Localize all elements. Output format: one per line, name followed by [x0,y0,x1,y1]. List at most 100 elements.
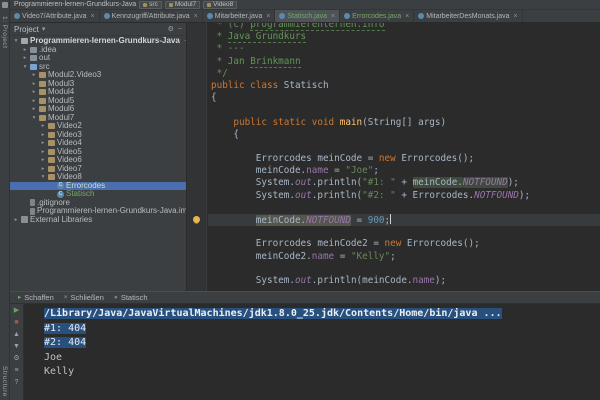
run-header-item[interactable]: × Schließen [64,293,104,302]
tree-item[interactable]: ▸ Video4 [10,139,186,148]
stop-icon[interactable]: ■ [14,319,18,327]
intention-bulb-icon[interactable] [193,216,200,224]
run-header-label: Statisch [120,293,148,302]
class-icon [57,182,64,190]
tree-item[interactable]: ▸ Video6 [10,156,186,165]
tree-label: Video2 [57,122,82,131]
tool-button-structure[interactable]: Structure [1,366,8,397]
project-panel-title[interactable]: Project [14,25,39,34]
console-line: #2: 404 [44,337,87,349]
text-caret [390,214,392,224]
tree-label: Errorcodes [66,181,106,190]
chevron-right-icon[interactable]: ▸ [40,132,46,138]
chevron-right-icon[interactable]: ▸ [31,106,37,112]
tree-item[interactable]: Programmieren-lernen-Grundkurs-Java.iml [10,207,186,216]
close-icon[interactable]: × [266,13,270,20]
chevron-right-icon[interactable]: ▸ [22,55,28,61]
folder-icon [30,46,37,53]
collapse-all-icon[interactable]: − [178,26,182,33]
pin-icon[interactable]: ≡ [14,367,18,375]
tree-label: Modul5 [48,96,75,105]
breadcrumb-item[interactable]: Modul7 [164,0,201,9]
chevron-right-icon[interactable]: ▸ [40,157,46,163]
run-header-item[interactable]: ● Statisch [114,293,148,302]
tree-label: Modul4 [48,88,75,97]
chevron-right-icon[interactable]: ▸ [40,149,46,155]
tree-item[interactable]: ▾ Programmieren-lernen-Grundkurs-Java ~/Id… [10,37,186,46]
tree-item[interactable]: Statisch [10,190,186,199]
project-panel: Project ▾ ⚙ − ▾ Programmieren-lernen-Grund… [10,23,187,291]
console-output[interactable]: /Library/Java/JavaVirtualMachines/jdk1.8… [24,304,600,400]
tree-item[interactable]: ▸ Modul6 [10,105,186,114]
tab-label: Kennzugriff/Attribute.java [111,12,190,20]
editor-tab[interactable]: MitarbeiterDesMonats.java × [414,10,523,22]
tree-item[interactable]: ▾ src [10,63,186,72]
tree-item[interactable]: ▸ .idea [10,46,186,55]
breadcrumb-item[interactable]: src [139,0,162,9]
chevron-right-icon[interactable]: ▸ [40,123,46,129]
chevron-right-icon[interactable]: ▸ [31,98,37,104]
class-icon [418,13,425,19]
tree-item[interactable]: ▸ Modul4 [10,88,186,97]
editor-tab[interactable]: Video7/Attribute.java × [10,10,100,22]
tree-item[interactable]: .gitignore [10,199,186,208]
close-icon[interactable]: × [90,13,94,20]
tree-item[interactable]: ▸ Video3 [10,131,186,140]
chevron-right-icon[interactable]: ▸ [22,47,28,53]
chevron-right-icon[interactable]: ▸ [40,140,46,146]
chevron-down-icon[interactable]: ▾ [22,64,28,70]
tree-item[interactable]: ▸ Modul2.Video3 [10,71,186,80]
tree-item[interactable]: ▸ Modul5 [10,97,186,106]
code-editor[interactable]: * (c) programmierenlernen.info * Java Gr… [187,23,600,291]
project-name[interactable]: Programmieren-lernen-Grundkurs-Java [14,1,136,8]
chevron-right-icon[interactable]: ▸ [13,217,19,223]
close-icon[interactable]: × [405,13,409,20]
tab-bar: Video7/Attribute.java × Kennzugriff/Attrib… [10,10,600,23]
tree-item[interactable]: ▸ Video2 [10,122,186,131]
run-header-label: Schließen [70,293,104,302]
tree-item[interactable]: ▸ Modul3 [10,80,186,89]
tree-item[interactable]: ▸ Video5 [10,148,186,157]
class-icon [279,13,286,19]
run-icon: ▸ [18,294,22,301]
tree-item[interactable]: Errorcodes [10,181,186,190]
chevron-down-icon[interactable]: ▾ [13,38,19,44]
breadcrumb-item[interactable]: Video8 [203,0,238,9]
code-line: { [211,128,239,140]
up-icon[interactable]: ▲ [13,331,20,339]
editor-tab[interactable]: Kennzugriff/Attribute.java × [100,10,203,22]
tree-item[interactable]: ▸ External Libraries [10,216,186,225]
code-line: meinCode2.name = "Kelly"; [211,250,396,262]
tool-button-project[interactable]: 1: Project [1,16,8,48]
chevron-right-icon[interactable]: ▸ [31,81,37,87]
tool-window-corner-icon[interactable] [2,2,8,8]
chevron-down-icon[interactable]: ▾ [40,174,46,180]
settings-icon[interactable]: ⚙ [13,355,19,363]
rerun-icon[interactable]: ▶ [14,307,19,315]
tree-item[interactable]: ▸ Video7 [10,165,186,174]
editor-tab[interactable]: Mitarbeiter.java × [203,10,276,22]
chevron-down-icon[interactable]: ▾ [31,115,37,121]
close-icon[interactable]: × [194,13,198,20]
tree-label: External Libraries [30,215,93,224]
gear-icon[interactable]: ⚙ [168,26,174,33]
tree-item[interactable]: ▾ Video8 [10,173,186,182]
tree-item[interactable]: ▸ out [10,54,186,63]
pkg-icon [48,165,55,172]
editor-tab[interactable]: Errorcodes.java × [340,10,415,22]
close-icon[interactable]: × [331,13,335,20]
down-icon[interactable]: ▼ [13,343,20,351]
close-icon[interactable]: × [514,13,518,20]
help-icon[interactable]: ? [15,379,19,387]
tree-label: Programmieren-lernen-Grundkurs-Java [30,37,180,46]
run-header-item[interactable]: ▸ Schaffen [18,293,54,302]
tree-item[interactable]: ▾ Modul7 [10,114,186,123]
chevron-down-icon[interactable]: ▾ [42,26,46,33]
chevron-right-icon[interactable]: ▸ [40,166,46,172]
chevron-right-icon[interactable]: ▸ [31,72,37,78]
tab-label: Statisch.java [287,12,328,20]
code-area[interactable]: * (c) programmierenlernen.info * Java Gr… [208,23,600,287]
chevron-right-icon[interactable]: ▸ [31,89,37,95]
editor-tab[interactable]: Statisch.java × [275,10,341,22]
